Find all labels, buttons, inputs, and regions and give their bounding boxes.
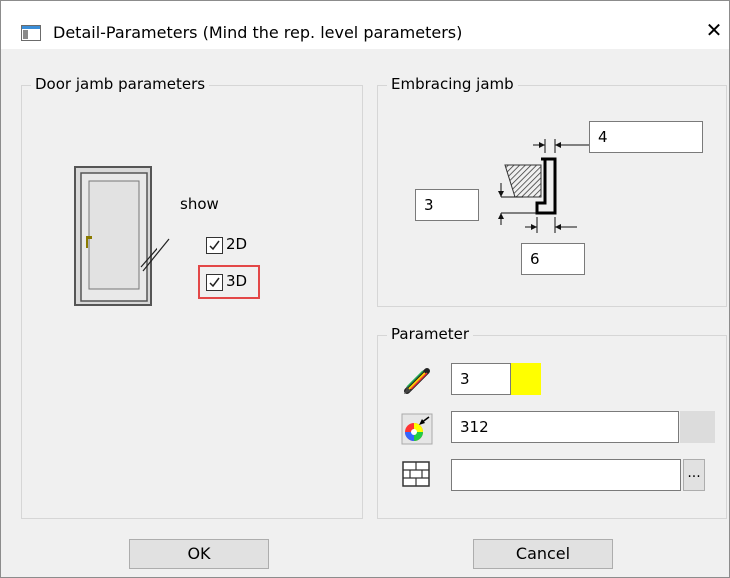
checkbox-2d-label[interactable]: 2D [226,235,247,253]
color-preview-box [680,411,715,443]
close-icon[interactable]: ✕ [699,15,729,45]
browse-button[interactable]: ... [683,459,705,491]
ok-button[interactable]: OK [129,539,269,569]
checkmark-icon [209,277,220,288]
embracing-top-input[interactable]: 4 [589,121,703,153]
embracing-bottom-input[interactable]: 6 [521,243,585,275]
title-bar: Detail-Parameters (Mind the rep. level p… [1,1,729,49]
checkbox-2d[interactable] [206,237,223,254]
color-number-input[interactable]: 312 [451,411,679,443]
color-wheel-icon[interactable] [401,413,433,445]
hatch-input[interactable] [451,459,681,491]
show-label: show [180,195,219,213]
door-pointer-line [142,238,170,272]
color-swatch [511,363,541,395]
door-jamb-legend: Door jamb parameters [31,75,210,93]
cancel-button[interactable]: Cancel [473,539,613,569]
door-preview-icon [74,166,157,306]
checkbox-3d[interactable] [206,274,223,291]
dialog-window-icon [21,25,41,41]
pen-icon[interactable] [401,365,433,397]
window-title: Detail-Parameters (Mind the rep. level p… [53,23,463,42]
embracing-left-input[interactable]: 3 [415,189,479,221]
dialog-window: Detail-Parameters (Mind the rep. level p… [0,0,730,578]
brick-hatch-icon[interactable] [401,459,431,489]
embracing-jamb-legend: Embracing jamb [387,75,518,93]
pen-input[interactable]: 3 [451,363,511,395]
parameter-legend: Parameter [387,325,474,343]
embracing-jamb-diagram [498,139,589,233]
checkbox-3d-label[interactable]: 3D [226,272,247,290]
checkmark-icon [209,240,220,251]
